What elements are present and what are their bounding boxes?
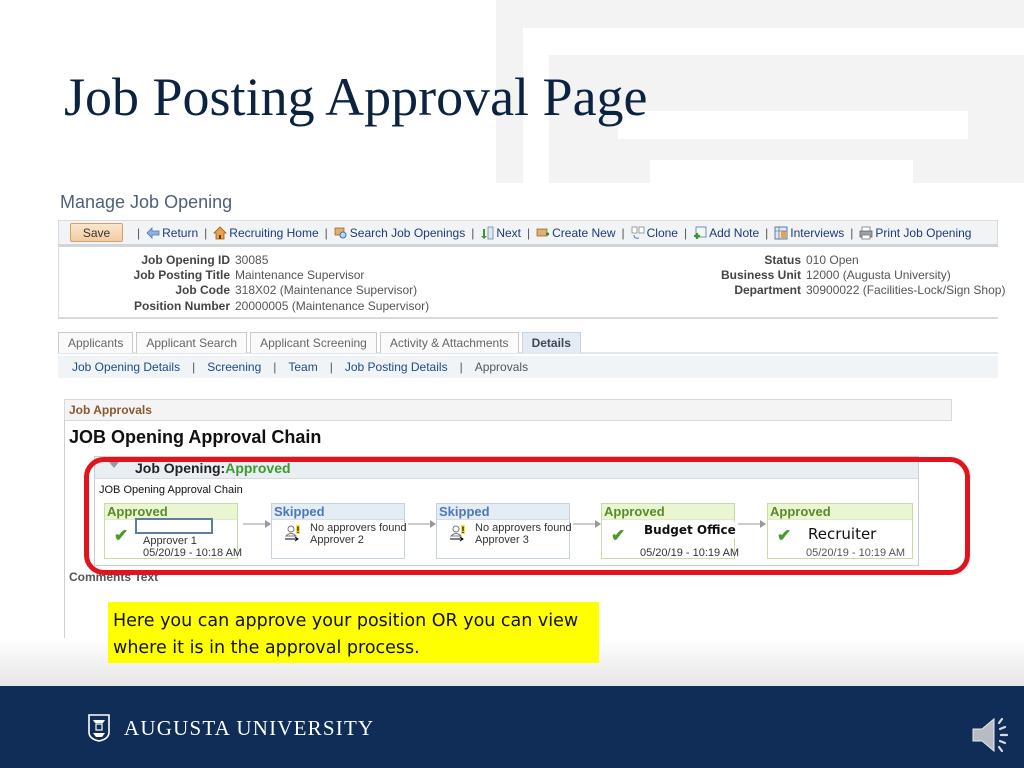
clone-icon bbox=[631, 226, 644, 239]
detail-label: Business Unit bbox=[720, 268, 801, 282]
tab-activity-attachments[interactable]: Activity & Attachments bbox=[379, 332, 519, 353]
clone-label: Clone bbox=[646, 225, 678, 240]
next-link[interactable]: Next bbox=[480, 226, 521, 240]
tab-details[interactable]: Details bbox=[521, 332, 581, 353]
detail-label: Department bbox=[734, 283, 801, 297]
detail-row: Status 010 Open bbox=[659, 253, 859, 267]
approval-chain-title: JOB Opening Approval Chain bbox=[69, 427, 322, 447]
interviews-label: Interviews bbox=[790, 225, 845, 240]
search-icon bbox=[334, 227, 347, 238]
job-opening-details: Job Opening ID 30085 Job Posting Title Mai… bbox=[58, 247, 1005, 319]
detail-value: 12000 (Augusta University) bbox=[806, 268, 951, 282]
detail-row: Job Opening ID 30085 bbox=[59, 253, 268, 267]
detail-label: Job Opening ID bbox=[141, 253, 230, 267]
separator: | bbox=[204, 225, 208, 240]
detail-label: Status bbox=[764, 253, 801, 267]
detail-row: Job Posting Title Maintenance Supervisor bbox=[59, 268, 365, 282]
subnav-approvals: Approvals bbox=[474, 360, 529, 374]
return-link[interactable]: Return bbox=[146, 226, 198, 240]
recruiting-home-link[interactable]: Recruiting Home bbox=[213, 225, 319, 240]
tab-applicant-screening[interactable]: Applicant Screening bbox=[250, 332, 377, 353]
page-title: Manage Job Opening bbox=[60, 192, 233, 212]
watermark-shape bbox=[650, 160, 913, 183]
detail-value: 318X02 (Maintenance Supervisor) bbox=[235, 283, 418, 297]
create-new-label: Create New bbox=[552, 225, 616, 240]
detail-label: Job Posting Title bbox=[133, 268, 230, 282]
next-icon bbox=[481, 226, 494, 239]
highlight-outline bbox=[84, 457, 970, 575]
tab-bar: Applicants Applicant Search Applicant Sc… bbox=[58, 332, 998, 354]
tab-applicants[interactable]: Applicants bbox=[58, 332, 134, 353]
speaker-icon[interactable] bbox=[970, 713, 1010, 757]
subnav-screening[interactable]: Screening bbox=[207, 360, 261, 374]
search-job-openings-link[interactable]: Search Job Openings bbox=[334, 226, 465, 240]
print-job-opening-link[interactable]: Print Job Opening bbox=[859, 226, 971, 240]
detail-row: Business Unit 12000 (Augusta University) bbox=[659, 268, 951, 282]
detail-row: Job Code 318X02 (Maintenance Supervisor) bbox=[59, 283, 417, 297]
separator: | bbox=[137, 225, 141, 240]
detail-value: 30085 bbox=[235, 253, 269, 267]
university-shield-icon bbox=[88, 714, 110, 742]
separator: | bbox=[273, 360, 277, 374]
annotation-callout: Here you can approve your position OR yo… bbox=[108, 602, 599, 663]
detail-value: 30900022 (Facilities-Lock/Sign Shop) bbox=[806, 283, 1006, 297]
create-new-link[interactable]: Create New bbox=[536, 226, 615, 240]
section-border bbox=[64, 421, 65, 638]
details-subnav: Job Opening Details | Screening | Team |… bbox=[58, 356, 998, 378]
separator: | bbox=[621, 225, 625, 240]
separator: | bbox=[683, 225, 688, 240]
interviews-icon bbox=[774, 226, 788, 239]
subnav-job-posting-details[interactable]: Job Posting Details bbox=[345, 360, 448, 374]
separator: | bbox=[324, 225, 328, 240]
clone-link[interactable]: Clone bbox=[631, 226, 678, 240]
search-job-openings-label: Search Job Openings bbox=[349, 225, 466, 240]
return-arrow-icon bbox=[146, 226, 160, 239]
create-new-icon bbox=[536, 228, 550, 236]
interviews-link[interactable]: Interviews bbox=[774, 226, 844, 240]
slide-title: Job Posting Approval Page bbox=[64, 67, 648, 127]
detail-label: Position Number bbox=[133, 299, 230, 313]
return-label: Return bbox=[162, 225, 199, 240]
detail-value: Maintenance Supervisor bbox=[235, 268, 365, 282]
detail-row: Position Number 20000005 (Maintenance Sup… bbox=[59, 299, 429, 313]
add-note-link[interactable]: Add Note bbox=[693, 226, 759, 240]
subnav-job-opening-details[interactable]: Job Opening Details bbox=[72, 360, 180, 374]
save-button[interactable]: Save bbox=[70, 223, 123, 242]
next-label: Next bbox=[496, 225, 521, 240]
subnav-team[interactable]: Team bbox=[288, 360, 317, 374]
detail-value: 010 Open bbox=[806, 253, 859, 267]
toolbar: Save | Return | Recruiting Home | Search… bbox=[58, 220, 998, 247]
separator: | bbox=[765, 225, 769, 240]
detail-value: 20000005 (Maintenance Supervisor) bbox=[235, 299, 430, 313]
watermark-shape bbox=[618, 111, 968, 139]
add-note-icon bbox=[694, 226, 707, 239]
separator: | bbox=[459, 360, 463, 374]
separator: | bbox=[192, 360, 196, 374]
add-note-label: Add Note bbox=[709, 225, 760, 240]
separator: | bbox=[329, 360, 333, 374]
detail-label: Job Code bbox=[175, 283, 230, 297]
separator: | bbox=[527, 225, 531, 240]
separator: | bbox=[850, 225, 854, 240]
detail-row: Department 30900022 (Facilities-Lock/Sign… bbox=[659, 283, 1005, 297]
print-job-opening-label: Print Job Opening bbox=[875, 225, 972, 240]
recruiting-home-label: Recruiting Home bbox=[229, 225, 319, 240]
footer-brand: AUGUSTA UNIVERSITY bbox=[124, 716, 375, 740]
separator: | bbox=[471, 225, 475, 240]
home-icon bbox=[213, 225, 228, 239]
job-approvals-header: Job Approvals bbox=[64, 399, 952, 421]
tab-applicant-search[interactable]: Applicant Search bbox=[136, 332, 248, 353]
print-icon bbox=[860, 226, 873, 239]
